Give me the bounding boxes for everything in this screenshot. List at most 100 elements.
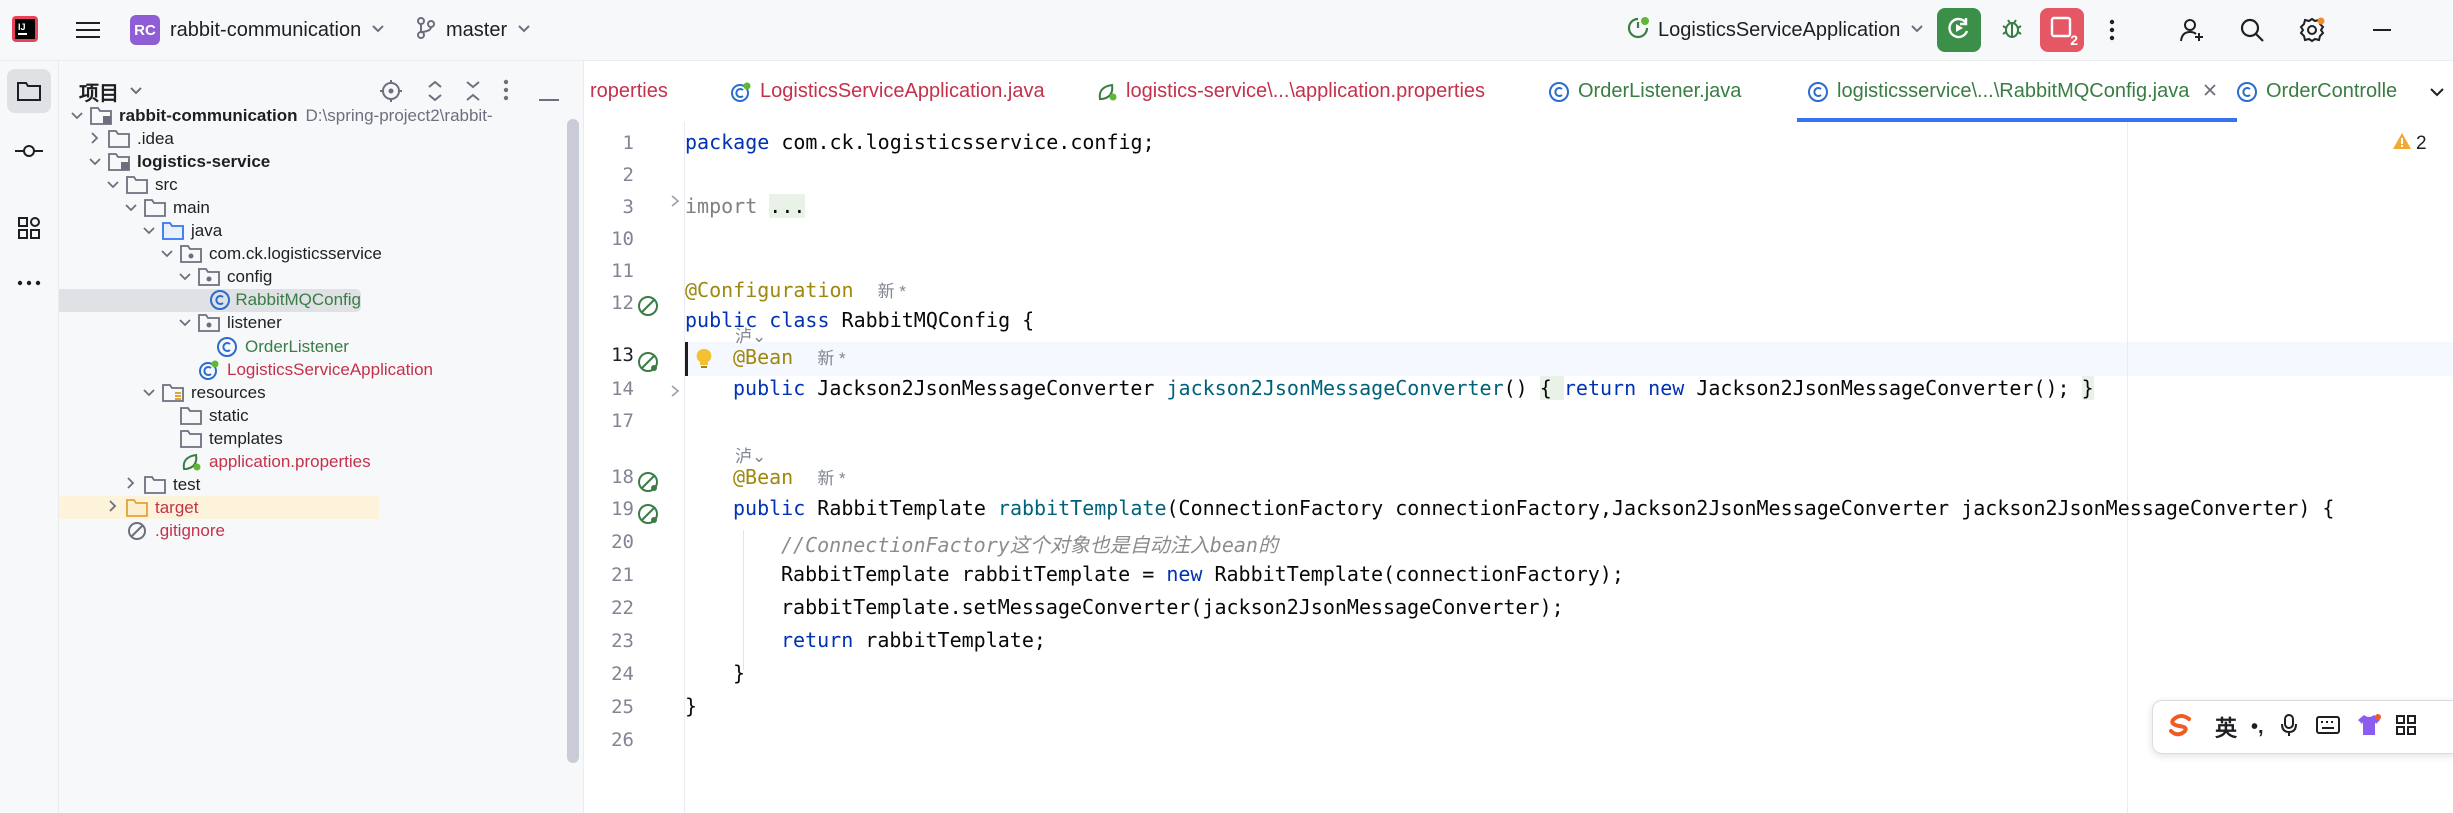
line-number[interactable]: 23 (584, 630, 634, 652)
ime-punct-toggle[interactable]: •, (2251, 716, 2264, 739)
lightbulb-intention-icon[interactable] (695, 347, 713, 376)
spring-bean-gutter-icon[interactable] (636, 350, 660, 379)
tab-order-controller[interactable]: OrderControlle (2236, 61, 2397, 122)
chevron-down-icon[interactable] (121, 200, 141, 216)
tab-order-listener[interactable]: OrderListener.java (1548, 61, 1741, 122)
skin-shirt-icon[interactable] (2356, 713, 2382, 742)
folded-block-open[interactable]: { (1539, 376, 1564, 400)
line-number[interactable]: 26 (584, 729, 634, 751)
options-icon[interactable] (503, 79, 509, 106)
tree-node-label: static (209, 405, 249, 425)
tree-node-java[interactable]: java (59, 220, 564, 243)
run-config-selector[interactable]: LogisticsServiceApplication (1626, 14, 1924, 46)
tree-node-logisticsserviceapplication[interactable]: LogisticsServiceApplication (59, 358, 564, 381)
sogou-logo-icon[interactable] (2167, 713, 2195, 742)
spring-bean-gutter-icon[interactable] (636, 294, 660, 323)
chevron-right-icon[interactable] (85, 131, 105, 148)
settings-gear-icon[interactable] (2290, 8, 2334, 52)
project-tool-window-icon[interactable] (7, 69, 51, 113)
tree-node-resources[interactable]: resources (59, 381, 564, 404)
toolbox-grid-icon[interactable] (2395, 714, 2416, 740)
line-number[interactable]: 18 (584, 466, 634, 488)
more-tool-windows-icon[interactable] (7, 261, 51, 305)
chevron-down-icon[interactable] (175, 315, 195, 331)
microphone-icon[interactable] (2280, 713, 2298, 742)
chevron-down-icon[interactable] (85, 154, 105, 170)
spring-bean-gutter-icon[interactable] (636, 502, 660, 531)
tree-node-templates[interactable]: templates (59, 427, 564, 450)
minimize-window-icon[interactable] (2360, 8, 2404, 52)
tree-node-rabbit-communication[interactable]: rabbit-communication D:\spring-project2\r… (59, 105, 564, 128)
line-number[interactable]: 3 (584, 196, 634, 218)
line-number[interactable]: 1 (584, 132, 634, 154)
tree-node-application-properties[interactable]: application.properties (59, 450, 564, 473)
tree-node-label: RabbitMQConfig (235, 290, 361, 310)
tree-node-gitignore[interactable]: .gitignore (59, 519, 564, 542)
tree-node-idea[interactable]: .idea (59, 128, 564, 151)
line-number[interactable]: 19 (584, 498, 634, 520)
tree-node-target[interactable]: target (59, 496, 379, 520)
add-user-icon[interactable] (2170, 8, 2214, 52)
spring-bean-gutter-icon[interactable] (636, 470, 660, 499)
fold-expand-icon[interactable] (670, 194, 680, 213)
tree-node-main[interactable]: main (59, 197, 564, 220)
tree-node-com-ck-logisticsservice[interactable]: com.ck.logisticsservice (59, 243, 564, 266)
chevron-down-icon[interactable] (139, 223, 159, 239)
chevron-down-icon[interactable] (103, 177, 123, 193)
main-menu-icon[interactable] (66, 8, 110, 52)
chevron-right-icon[interactable] (121, 476, 141, 493)
tree-node-logistics-service[interactable]: logistics-service (59, 151, 564, 174)
tree-node-src[interactable]: src (59, 174, 564, 197)
line-number[interactable]: 25 (584, 696, 634, 718)
line-number[interactable]: 20 (584, 531, 634, 553)
tab-list-chevron-icon[interactable] (2420, 61, 2453, 122)
fold-expand-icon[interactable] (670, 384, 680, 403)
commit-tool-window-icon[interactable] (7, 129, 51, 173)
tab-rabbitmq-config-active[interactable]: logisticsservice\...\RabbitMQConfig.java (1797, 61, 2237, 122)
tree-node-test[interactable]: test (59, 473, 564, 496)
search-icon[interactable] (2230, 8, 2274, 52)
keyboard-icon[interactable] (2315, 715, 2340, 740)
tab-logistics-application-properties[interactable]: logistics-service\...\application.proper… (1096, 61, 1485, 122)
close-tab-icon[interactable] (2203, 80, 2217, 103)
chevron-down-icon[interactable] (139, 385, 159, 401)
line-number[interactable]: 17 (584, 410, 634, 432)
tab-application-properties-partial[interactable]: roperties (590, 61, 668, 122)
tree-node-config[interactable]: config (59, 266, 564, 289)
chevron-right-icon[interactable] (103, 499, 123, 516)
tree-node-static[interactable]: static (59, 404, 564, 427)
line-number[interactable]: 12 (584, 292, 634, 314)
structure-tool-window-icon[interactable] (7, 206, 51, 250)
project-scrollbar[interactable] (567, 119, 579, 763)
line-number[interactable]: 22 (584, 597, 634, 619)
debug-button[interactable] (1990, 8, 2034, 52)
current-line-highlight (685, 342, 2453, 376)
folded-block-close[interactable]: } (2081, 376, 2094, 400)
tab-label: roperties (590, 80, 668, 102)
tree-node-orderlistener[interactable]: OrderListener (59, 335, 564, 358)
line-number[interactable]: 10 (584, 228, 634, 250)
line-number[interactable]: 13 (584, 344, 634, 366)
project-selector[interactable]: RC rabbit-communication (130, 14, 385, 46)
line-number[interactable]: 2 (584, 164, 634, 186)
chevron-down-icon[interactable] (175, 269, 195, 285)
chevron-down-icon[interactable] (67, 108, 87, 124)
tree-node-listener[interactable]: listener (59, 312, 564, 335)
tree-node-rabbitmqconfig[interactable]: RabbitMQConfig (59, 288, 361, 312)
line-number[interactable]: 14 (584, 378, 634, 400)
stop-button[interactable]: 2 (2040, 8, 2084, 52)
folded-imports[interactable]: ... (769, 194, 806, 218)
rerun-button[interactable] (1937, 8, 1981, 52)
code-token: com.ck.logisticsservice.config; (769, 130, 1155, 154)
line-number[interactable]: 11 (584, 260, 634, 282)
code-token: rabbitTemplate (997, 496, 1167, 520)
branch-selector[interactable]: master (416, 14, 531, 46)
chevron-down-icon[interactable] (157, 246, 177, 262)
ime-lang-toggle[interactable]: 英 (2215, 711, 2237, 743)
line-number[interactable]: 24 (584, 663, 634, 685)
inspection-warnings[interactable]: 2 (2392, 132, 2427, 155)
more-actions-icon[interactable] (2090, 8, 2134, 52)
line-number[interactable]: 21 (584, 564, 634, 586)
code-token: public (733, 376, 806, 400)
tab-logistics-service-application[interactable]: LogisticsServiceApplication.java (730, 61, 1045, 122)
